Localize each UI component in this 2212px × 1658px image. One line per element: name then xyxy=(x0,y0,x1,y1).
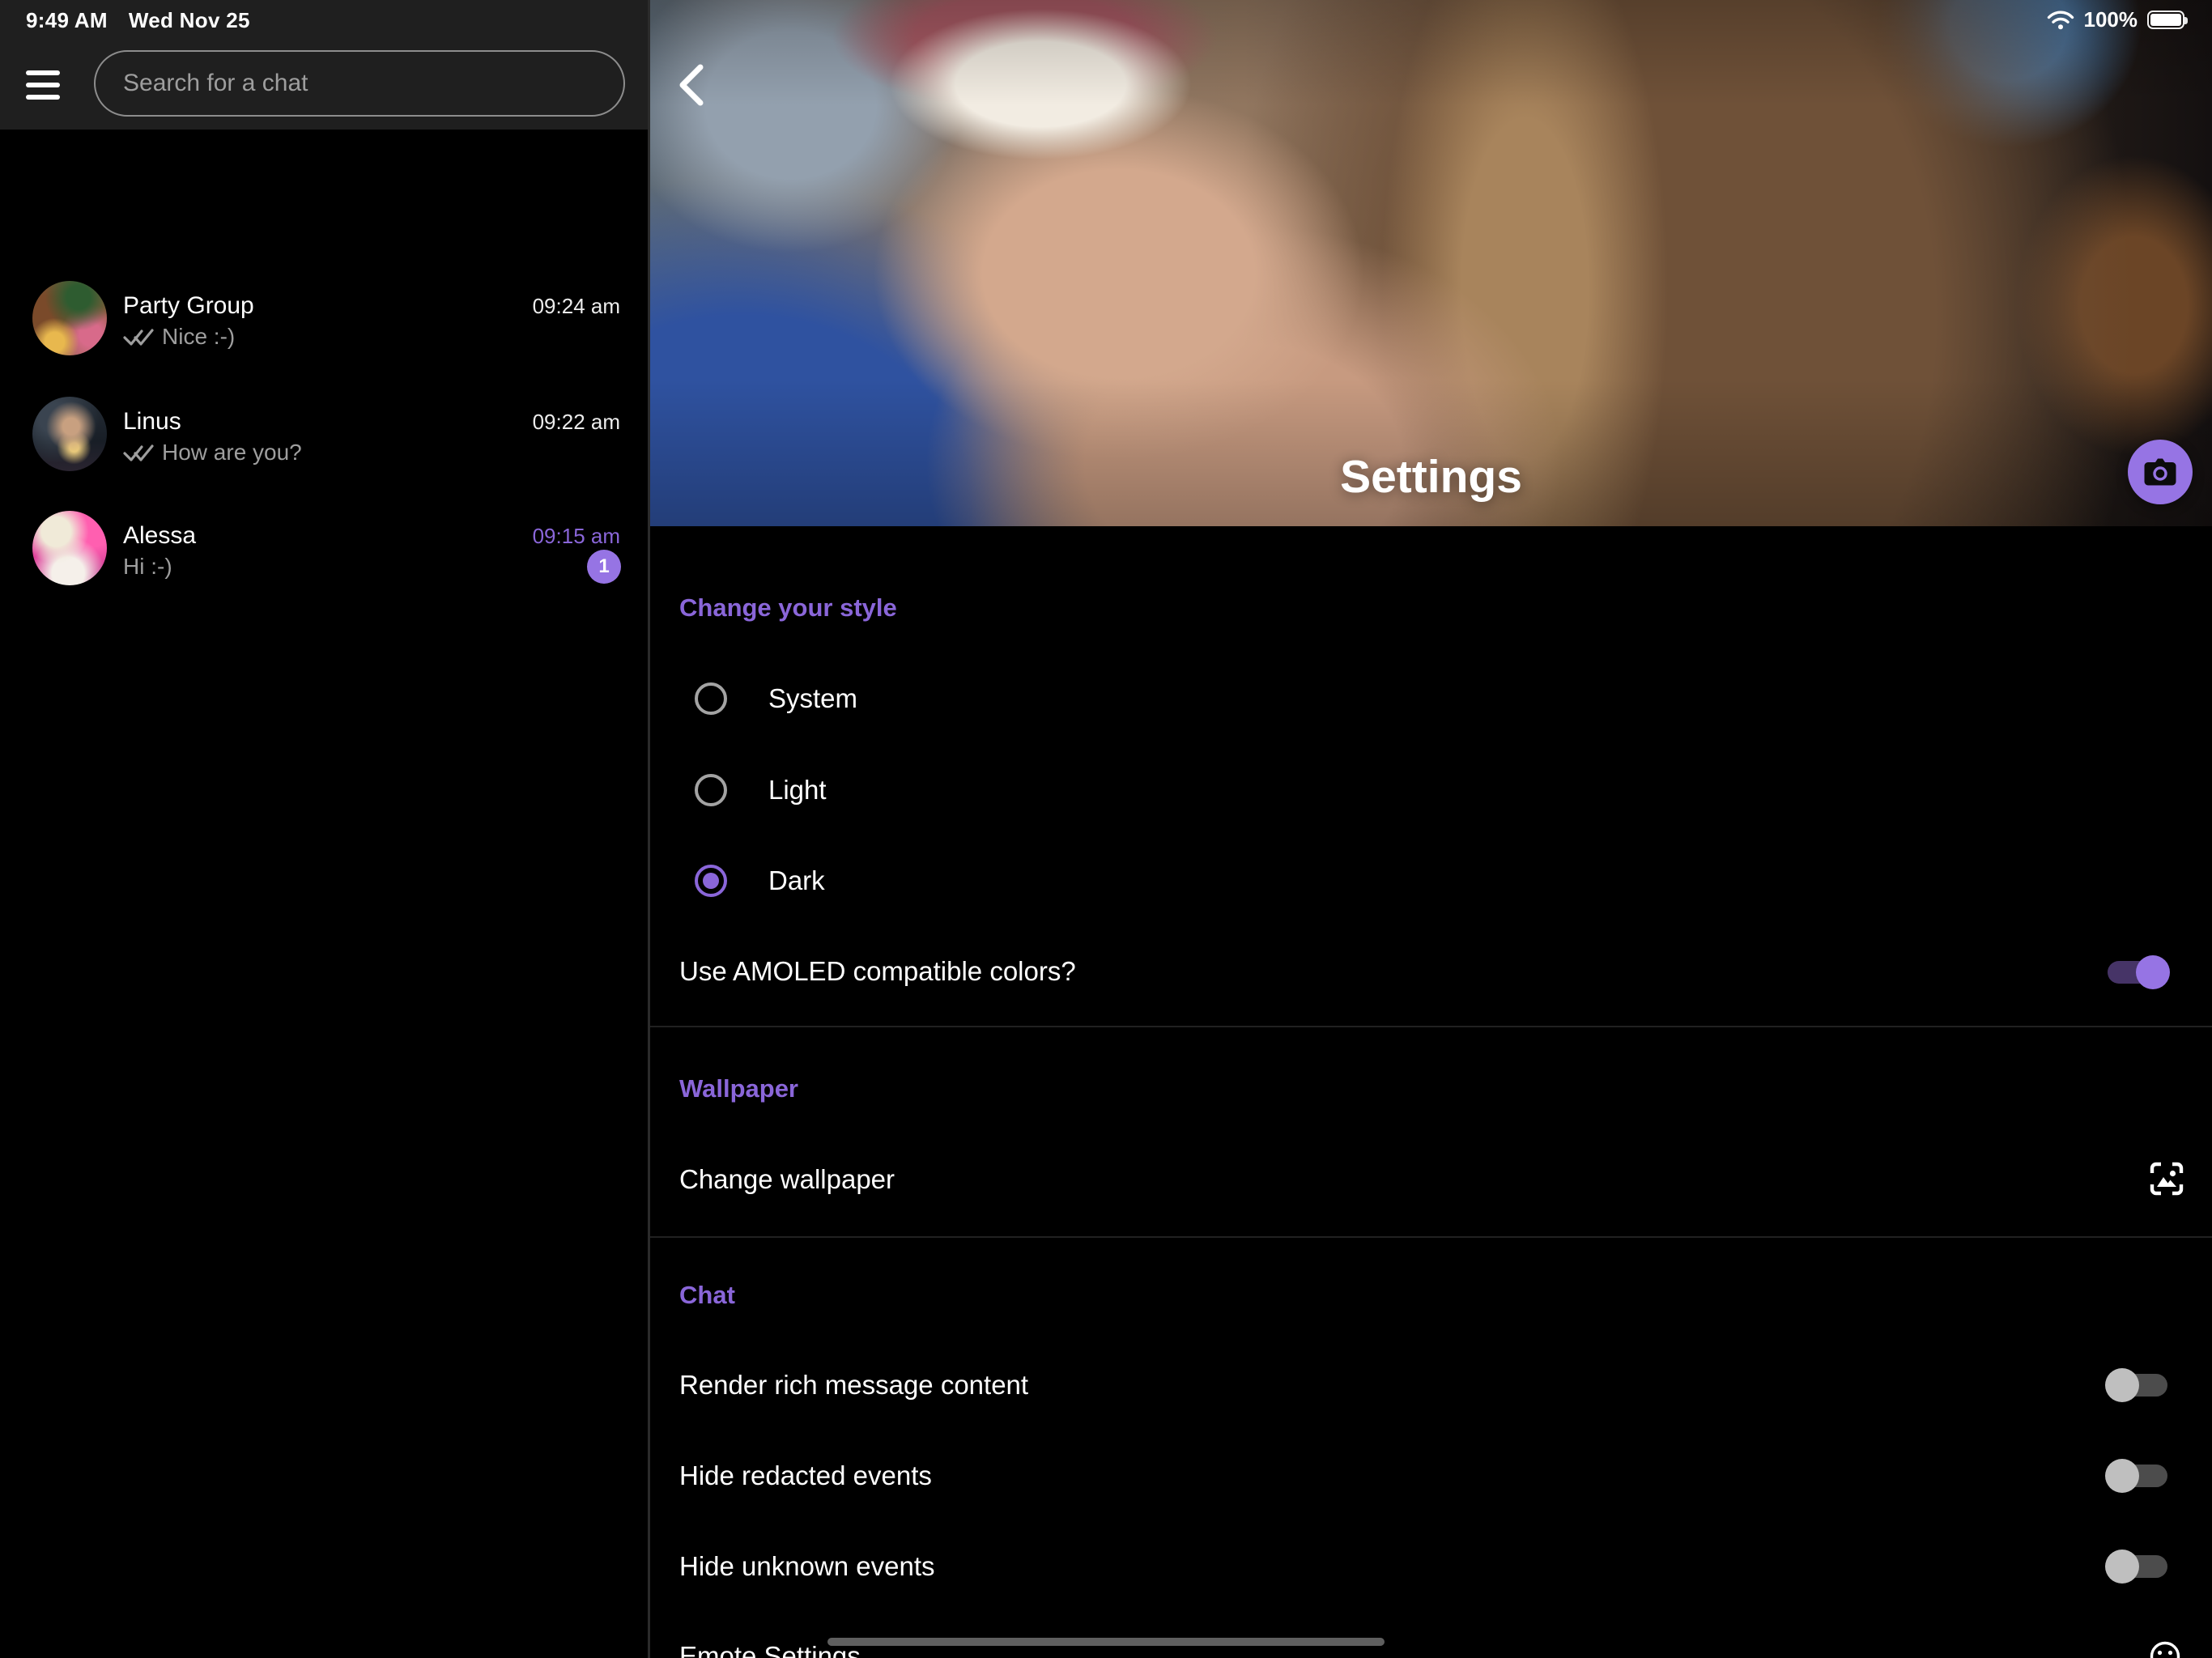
chat-name: Party Group xyxy=(123,291,254,321)
render-rich-label: Render rich message content xyxy=(679,1369,1028,1401)
hide-redacted-label: Hide redacted events xyxy=(679,1460,932,1492)
search-input[interactable] xyxy=(94,50,625,117)
sidebar-appbar: 9:49 AM Wed Nov 25 xyxy=(0,0,648,130)
battery-percent: 100% xyxy=(2084,7,2138,32)
section-heading-style: Change your style xyxy=(679,593,897,623)
section-divider xyxy=(650,1236,2212,1238)
toggle-render-rich-content[interactable] xyxy=(2108,1374,2167,1397)
menu-icon xyxy=(26,70,60,75)
change-avatar-camera-button[interactable] xyxy=(2128,440,2193,504)
page-title: Settings xyxy=(650,450,2212,504)
chat-list-item-party-group[interactable]: Party Group Nice :-) 09:24 am xyxy=(0,263,648,373)
status-bar-right: 100% xyxy=(2047,7,2185,32)
toggle-hide-redacted-events[interactable] xyxy=(2108,1465,2167,1487)
radio-label: Light xyxy=(768,774,827,806)
chat-sidebar: 9:49 AM Wed Nov 25 Party Group Nic xyxy=(0,0,648,1658)
toggle-amoled[interactable] xyxy=(2108,961,2167,984)
chat-last-message-text: How are you? xyxy=(162,439,302,466)
camera-icon xyxy=(2143,457,2177,487)
emote-smiley-icon xyxy=(2149,1640,2181,1658)
radio-system[interactable] xyxy=(695,682,727,715)
chat-list: Party Group Nice :-) 09:24 am Linus xyxy=(0,130,648,1658)
avatar xyxy=(32,397,107,471)
chat-last-message: How are you? xyxy=(123,439,302,466)
toggle-hide-unknown-events[interactable] xyxy=(2108,1555,2167,1578)
chat-list-item-linus[interactable]: Linus How are you? 09:22 am xyxy=(0,379,648,489)
read-receipt-icon xyxy=(123,326,154,347)
radio-light[interactable] xyxy=(695,774,727,806)
section-divider xyxy=(650,1026,2212,1027)
wallpaper-icon xyxy=(2149,1161,2184,1197)
chat-last-message-text: Nice :-) xyxy=(162,323,235,351)
wifi-icon xyxy=(2047,10,2074,31)
status-date: Wed Nov 25 xyxy=(129,8,250,33)
section-heading-wallpaper: Wallpaper xyxy=(679,1074,798,1103)
radio-row-dark[interactable]: Dark xyxy=(650,848,2212,913)
avatar xyxy=(32,511,107,585)
unread-count-badge: 1 xyxy=(587,550,621,584)
chat-last-message: Nice :-) xyxy=(123,323,235,351)
home-indicator[interactable] xyxy=(827,1638,1385,1646)
app-screen: 9:49 AM Wed Nov 25 Party Group Nic xyxy=(0,0,2212,1658)
hide-unknown-label: Hide unknown events xyxy=(679,1550,935,1583)
chat-timestamp: 09:24 am xyxy=(533,294,620,318)
profile-header-photo xyxy=(650,0,2212,526)
chat-last-message-text: Hi :-) xyxy=(123,553,172,580)
section-heading-chat: Chat xyxy=(679,1281,735,1310)
settings-panel: 100% Settings Change your style System L… xyxy=(650,0,2212,1658)
menu-button[interactable] xyxy=(26,69,63,101)
change-wallpaper-label[interactable]: Change wallpaper xyxy=(679,1163,895,1196)
chat-name: Alessa xyxy=(123,521,196,551)
radio-row-light[interactable]: Light xyxy=(650,758,2212,823)
radio-dark[interactable] xyxy=(695,865,727,897)
battery-icon xyxy=(2147,11,2184,29)
status-time: 9:49 AM xyxy=(26,8,108,33)
amoled-label: Use AMOLED compatible colors? xyxy=(679,955,1076,988)
radio-label: Dark xyxy=(768,865,825,897)
chevron-left-icon xyxy=(671,62,713,108)
chat-name: Linus xyxy=(123,407,181,436)
status-bar-left: 9:49 AM Wed Nov 25 xyxy=(26,8,250,33)
chat-last-message: Hi :-) xyxy=(123,553,172,580)
radio-row-system[interactable]: System xyxy=(650,666,2212,731)
chat-timestamp: 09:15 am xyxy=(533,524,620,548)
avatar xyxy=(32,281,107,355)
back-button[interactable] xyxy=(671,62,713,108)
radio-label: System xyxy=(768,682,857,715)
chat-list-item-alessa[interactable]: Alessa Hi :-) 09:15 am 1 xyxy=(0,493,648,603)
read-receipt-icon xyxy=(123,442,154,463)
chat-timestamp: 09:22 am xyxy=(533,410,620,434)
